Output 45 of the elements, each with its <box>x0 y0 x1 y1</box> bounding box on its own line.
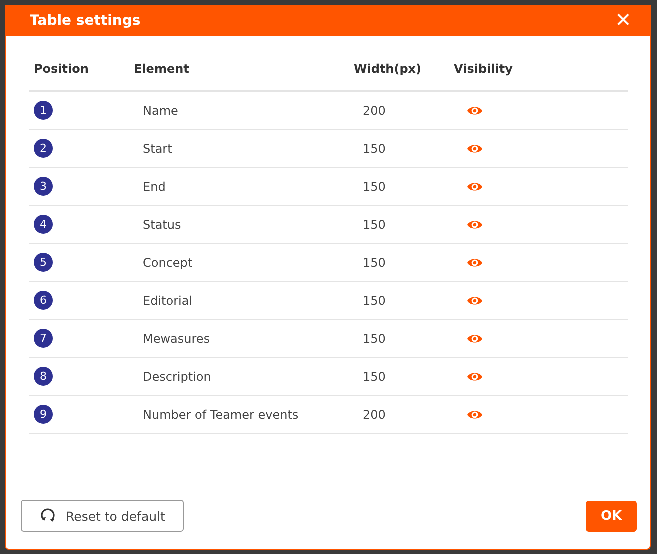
close-button[interactable]: ✕ <box>615 10 632 30</box>
element-name: Status <box>143 218 182 232</box>
width-value: 150 <box>363 370 386 384</box>
eye-icon[interactable] <box>467 218 483 230</box>
element-name: Editorial <box>143 294 193 308</box>
element-name: Description <box>143 370 212 384</box>
position-badge: 7 <box>34 329 53 348</box>
position-badge: 4 <box>34 215 53 234</box>
element-name: Concept <box>143 256 193 270</box>
column-header: Position <box>33 62 90 76</box>
eye-icon[interactable] <box>467 294 483 306</box>
ok-button[interactable]: OK <box>586 500 637 532</box>
element-name: End <box>143 180 166 194</box>
element-name: Name <box>143 104 178 118</box>
position-badge: 1 <box>34 101 53 120</box>
element-name: Number of Teamer events <box>143 408 299 422</box>
position-badge: 8 <box>34 367 53 386</box>
width-value: 150 <box>363 180 386 194</box>
position-badge: 3 <box>34 177 53 196</box>
element-name: Mewasures <box>143 332 210 346</box>
position-badge: 5 <box>34 253 53 272</box>
eye-icon[interactable] <box>467 408 483 420</box>
reset-icon <box>40 508 56 524</box>
eye-icon[interactable] <box>467 256 483 268</box>
element-name: Start <box>143 142 172 156</box>
reset-button[interactable]: Reset to default <box>21 500 184 532</box>
column-header: Width(px) <box>354 62 423 76</box>
eye-icon[interactable] <box>467 180 483 192</box>
column-header: Visibility <box>454 62 514 76</box>
width-value: 150 <box>363 294 386 308</box>
eye-icon[interactable] <box>467 370 483 382</box>
width-value: 150 <box>363 218 386 232</box>
width-value: 150 <box>363 142 386 156</box>
position-badge: 2 <box>34 139 53 158</box>
position-badge: 6 <box>34 291 53 310</box>
width-value: 200 <box>363 408 386 422</box>
width-value: 150 <box>363 256 386 270</box>
dialog-title: Table settings <box>30 12 141 28</box>
position-badge: 9 <box>34 405 53 424</box>
eye-icon[interactable] <box>467 332 483 344</box>
eye-icon[interactable] <box>467 142 483 154</box>
column-header: Element <box>134 62 190 76</box>
eye-icon[interactable] <box>467 104 483 116</box>
width-value: 200 <box>363 104 386 118</box>
width-value: 150 <box>363 332 386 346</box>
